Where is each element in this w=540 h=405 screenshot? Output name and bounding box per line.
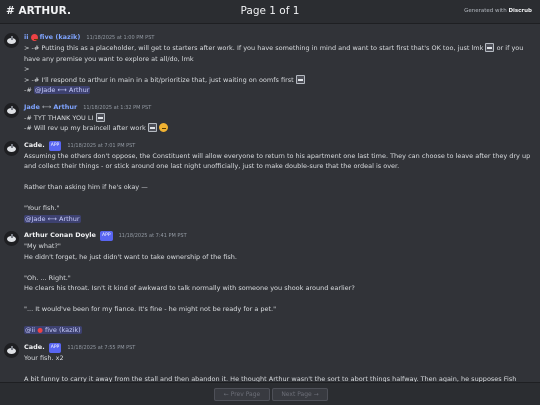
thread-icon: ⟷ — [57, 86, 67, 94]
message: Cade. APP 11/18/2025 at 7:01 PM PST Assu… — [0, 140, 540, 225]
message-line: -# TYT THANK YOU LI — [24, 112, 534, 124]
author-name[interactable]: Arthur Conan Doyle — [24, 231, 96, 239]
avatar[interactable] — [4, 342, 19, 358]
page-indicator: Page 1 of 1 — [240, 5, 300, 17]
mention-label: @ii — [25, 326, 36, 334]
message-line: -# Will rev up my braincell after work — [24, 123, 534, 134]
message-text: > -# I'll respond to arthur in main in a… — [24, 75, 294, 84]
message-text: A bit funny to carry it away from the st… — [24, 374, 517, 383]
mention-jade[interactable]: @Jade ⟷ Arthur — [24, 214, 81, 223]
message-header: ii five (kazik) 11/18/2025 at 1:00 PM PS… — [24, 32, 534, 43]
message-text: Your fish. x2 — [24, 353, 64, 362]
avatar[interactable] — [4, 33, 19, 48]
message-text: "Oh. ... Right." — [24, 273, 71, 282]
message-text: He clears his throat. Isn't it kind of a… — [24, 284, 355, 292]
mention-five[interactable]: @ii ● five (kazik) — [24, 326, 82, 334]
message-header: Cade. APP 11/18/2025 at 7:55 PM PST — [24, 342, 534, 353]
author-name[interactable]: Cade. — [24, 343, 45, 351]
timestamp: 11/18/2025 at 1:00 PM PST — [86, 35, 155, 41]
message-text: "My what?" — [24, 242, 61, 250]
message-text: He didn't forget, he just didn't want to… — [24, 252, 237, 261]
message-header: Cade. APP 11/18/2025 at 7:01 PM PST — [24, 140, 534, 151]
message-line: > -# I'll respond to arthur in main in a… — [24, 74, 534, 86]
author-name[interactable]: Jade — [24, 103, 40, 111]
message-text: "Your fish." — [24, 204, 60, 212]
mention-label: @Jade — [25, 214, 46, 223]
generated-prefix: Generated with — [464, 8, 507, 14]
message-text: > -# Putting this as a placeholder, will… — [24, 44, 484, 52]
message-text: Rather than asking him if he's okay — — [24, 183, 148, 191]
message-line: @Jade ⟷ Arthur — [24, 214, 534, 225]
message-text: Assuming the others don't oppose, the Co… — [24, 151, 531, 171]
timestamp: 11/18/2025 at 1:32 PM PST — [83, 104, 152, 111]
message-text: > — [24, 65, 30, 73]
message: ii five (kazik) 11/18/2025 at 1:00 PM PS… — [0, 32, 540, 96]
message-text: -# TYT THANK YOU LI — [24, 113, 94, 122]
discrub-brand: Discrub — [508, 8, 532, 14]
avatar[interactable] — [4, 231, 19, 246]
mention-label: Arthur — [68, 86, 90, 94]
role-icon — [30, 34, 38, 41]
emoji-icon — [95, 112, 105, 122]
author-name[interactable]: five (kazik) — [40, 33, 81, 41]
mention-label: @Jade — [34, 86, 56, 94]
message: Jade ⟷ Arthur 11/18/2025 at 1:32 PM PST … — [0, 102, 540, 134]
message-text: -# — [24, 86, 32, 94]
pagination-bar: ← Prev Page Next Page → — [0, 382, 540, 405]
author-suffix: Arthur — [53, 102, 78, 111]
emoji-icon — [147, 123, 157, 132]
message-header: Jade ⟷ Arthur 11/18/2025 at 1:32 PM PST — [24, 102, 534, 113]
app-badge: APP — [48, 140, 62, 151]
avatar[interactable] — [4, 140, 19, 156]
thread-icon: ⟷ — [47, 214, 57, 223]
app-badge: APP — [48, 342, 62, 353]
top-bar: # ARTHUR. Page 1 of 1 Generated with Dis… — [0, 0, 540, 24]
message-line: > -# Putting this as a placeholder, will… — [24, 43, 534, 64]
message-header: Arthur Conan Doyle APP 11/18/2025 at 7:4… — [24, 230, 534, 241]
message-line: -# @Jade ⟷ Arthur — [24, 85, 534, 96]
emoji-face-icon — [158, 123, 168, 132]
timestamp: 11/18/2025 at 7:41 PM PST — [118, 233, 187, 239]
author-prefix: ii — [24, 33, 29, 41]
prev-page-button[interactable]: ← Prev Page — [214, 388, 270, 401]
mention-jade[interactable]: @Jade ⟷ Arthur — [33, 86, 91, 94]
avatar[interactable] — [4, 102, 19, 118]
message-text: "... It would've been for my fiance. It'… — [24, 305, 277, 313]
message-text: -# Will rev up my braincell after work — [24, 124, 146, 132]
message: Arthur Conan Doyle APP 11/18/2025 at 7:4… — [0, 230, 540, 336]
message-line: @ii ● five (kazik) — [24, 325, 534, 336]
author-name[interactable]: Cade. — [24, 141, 45, 149]
emoji-icon — [295, 74, 305, 84]
thread-icon: ⟷ — [41, 102, 52, 111]
emoji-icon — [485, 43, 495, 52]
mention-label: five (kazik) — [44, 326, 81, 334]
generated-with-label: Generated with Discrub — [464, 8, 532, 14]
role-icon: ● — [37, 326, 43, 334]
timestamp: 11/18/2025 at 7:55 PM PST — [67, 344, 136, 351]
app-badge: APP — [100, 231, 113, 241]
timestamp: 11/18/2025 at 7:01 PM PST — [67, 142, 136, 149]
message: Cade. APP 11/18/2025 at 7:55 PM PST Your… — [0, 342, 540, 383]
next-page-button[interactable]: Next Page → — [272, 388, 328, 401]
mention-label: Arthur — [59, 214, 80, 223]
message-list: ii five (kazik) 11/18/2025 at 1:00 PM PS… — [0, 26, 540, 382]
